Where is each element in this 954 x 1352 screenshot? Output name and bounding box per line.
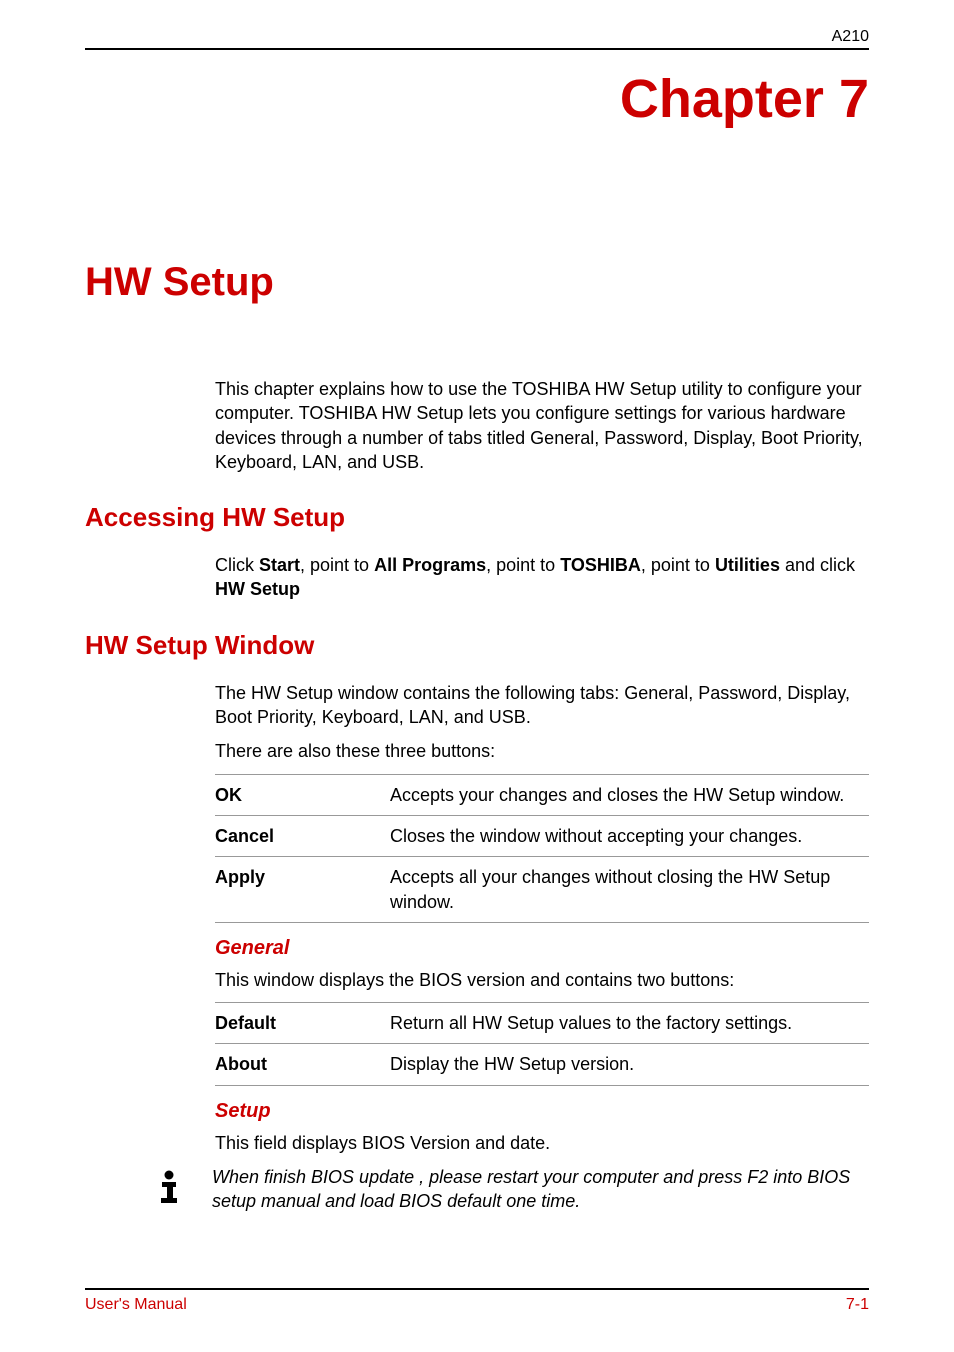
button-label-cell: Cancel	[215, 815, 390, 856]
page-title: HW Setup	[85, 260, 869, 305]
utilities-label: Utilities	[715, 555, 780, 575]
button-label-cell: OK	[215, 774, 390, 815]
table-row: About Display the HW Setup version.	[215, 1044, 869, 1085]
window-buttons-table: OK Accepts your changes and closes the H…	[215, 774, 869, 923]
text-segment: , point to	[641, 555, 715, 575]
header-model-label: A210	[85, 28, 869, 46]
toshiba-label: TOSHIBA	[560, 555, 641, 575]
accessing-paragraph: Click Start, point to All Programs, poin…	[215, 553, 869, 602]
button-label-cell: Default	[215, 1003, 390, 1044]
button-desc-cell: Accepts your changes and closes the HW S…	[390, 774, 869, 815]
button-label-cell: About	[215, 1044, 390, 1085]
page-footer: User's Manual 7-1	[85, 1288, 869, 1314]
footer-divider	[85, 1288, 869, 1290]
setup-text: This field displays BIOS Version and dat…	[215, 1131, 869, 1155]
button-label-cell: Apply	[215, 857, 390, 923]
chapter-title: Chapter 7	[85, 68, 869, 130]
window-heading: HW Setup Window	[85, 630, 869, 661]
button-desc-cell: Accepts all your changes without closing…	[390, 857, 869, 923]
intro-paragraph: This chapter explains how to use the TOS…	[215, 377, 869, 474]
footer-left-label: User's Manual	[85, 1296, 187, 1314]
button-desc-cell: Return all HW Setup values to the factor…	[390, 1003, 869, 1044]
text-segment: , point to	[300, 555, 374, 575]
table-row: Default Return all HW Setup values to th…	[215, 1003, 869, 1044]
general-intro: This window displays the BIOS version an…	[215, 968, 869, 992]
start-label: Start	[259, 555, 300, 575]
button-desc-cell: Closes the window without accepting your…	[390, 815, 869, 856]
text-segment: , point to	[486, 555, 560, 575]
general-buttons-table: Default Return all HW Setup values to th…	[215, 1002, 869, 1086]
note-text: When finish BIOS update , please restart…	[212, 1165, 869, 1214]
hw-setup-label: HW Setup	[215, 579, 300, 599]
all-programs-label: All Programs	[374, 555, 486, 575]
table-row: OK Accepts your changes and closes the H…	[215, 774, 869, 815]
setup-heading: Setup	[215, 1100, 869, 1123]
note-box: When finish BIOS update , please restart…	[150, 1165, 869, 1214]
window-para2: There are also these three buttons:	[215, 739, 869, 763]
window-para1: The HW Setup window contains the followi…	[215, 681, 869, 730]
table-row: Cancel Closes the window without accepti…	[215, 815, 869, 856]
footer-page-number: 7-1	[846, 1296, 869, 1314]
text-segment: and click	[780, 555, 855, 575]
table-row: Apply Accepts all your changes without c…	[215, 857, 869, 923]
button-desc-cell: Display the HW Setup version.	[390, 1044, 869, 1085]
header-divider	[85, 48, 869, 50]
text-segment: Click	[215, 555, 259, 575]
accessing-heading: Accessing HW Setup	[85, 502, 869, 533]
general-heading: General	[215, 937, 869, 960]
info-icon	[150, 1167, 188, 1210]
